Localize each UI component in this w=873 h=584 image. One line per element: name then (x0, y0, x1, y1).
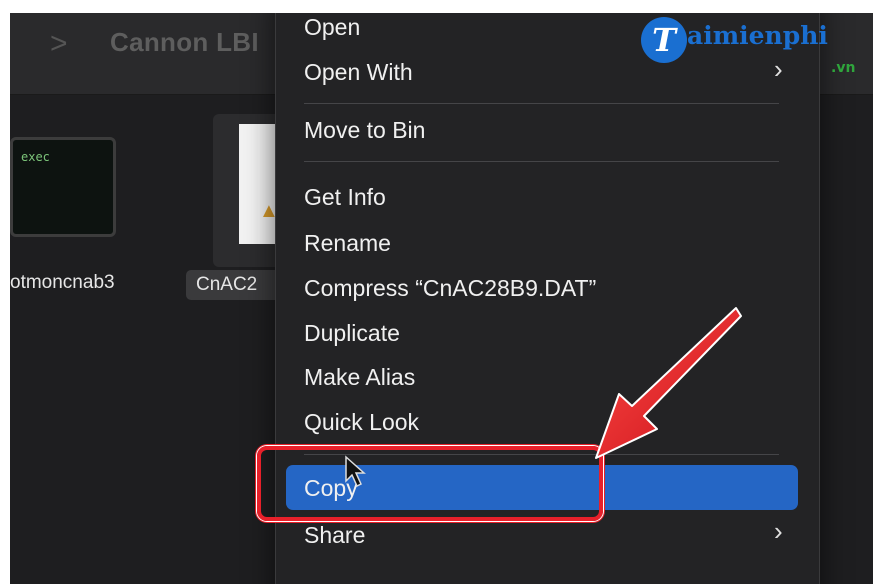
logo-text: aimienphi (687, 21, 828, 50)
logo-suffix: .vn (831, 60, 856, 76)
mouse-cursor-icon (345, 455, 366, 488)
watermark-logo: T aimienphi .vn (641, 17, 871, 89)
logo-letter: T (641, 17, 687, 63)
